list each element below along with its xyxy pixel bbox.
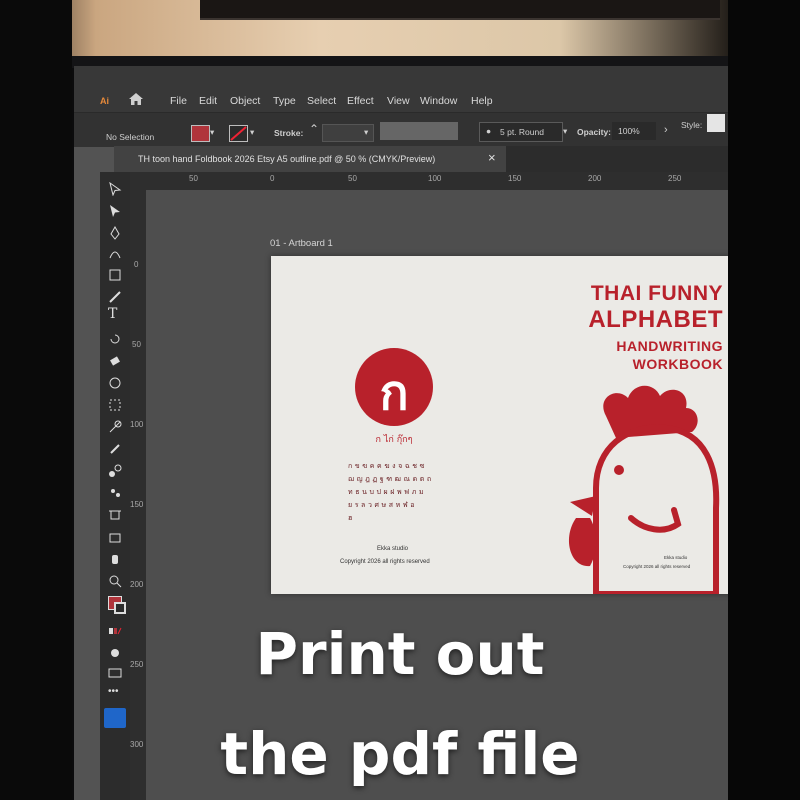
opacity-field[interactable]: 100%	[612, 122, 656, 140]
opacity-value: 100%	[618, 126, 640, 136]
cover-title-line-2: ALPHABET	[588, 306, 723, 333]
ruler-tick-label: 100	[428, 174, 442, 183]
ruler-tick-label: 0	[270, 174, 275, 183]
eyedropper-tool-icon[interactable]	[108, 442, 122, 456]
rooster-illustration	[568, 385, 720, 594]
paintbrush-tool-icon[interactable]	[108, 290, 122, 304]
alphabet-row: ฮ	[348, 514, 355, 522]
document-tab-title: TH toon hand Foldbook 2026 Etsy A5 outli…	[138, 154, 436, 164]
stroke-label: Stroke:	[274, 128, 304, 138]
none-slash-icon	[230, 126, 247, 141]
alphabet-row: กขฃคฅฆงจฉชซ	[348, 462, 427, 470]
ruler-tick-label: 200	[588, 174, 602, 183]
direct-selection-tool-icon[interactable]	[108, 204, 122, 218]
studio-credit: Ekka studio	[377, 546, 409, 552]
stepper-icon[interactable]: ⌃	[309, 122, 319, 136]
rooster-eye	[614, 465, 624, 475]
free-transform-tool-icon[interactable]	[108, 398, 122, 412]
home-icon[interactable]	[128, 92, 144, 106]
menu-select[interactable]: Select	[307, 95, 336, 107]
eraser-tool-icon[interactable]	[108, 354, 122, 368]
slice-tool-icon[interactable]	[108, 530, 122, 544]
rooster-wattle	[568, 518, 597, 567]
menu-edit[interactable]: Edit	[199, 95, 217, 107]
curvature-tool-icon[interactable]	[108, 246, 122, 260]
chevron-down-icon[interactable]: ▾	[210, 127, 214, 138]
pen-tool-icon[interactable]	[108, 226, 122, 240]
menu-effect[interactable]: Effect	[347, 95, 374, 107]
caption-line-2: the pdf file	[220, 720, 580, 788]
warp-tool-icon[interactable]	[108, 376, 122, 390]
style-swatch[interactable]	[707, 114, 725, 132]
brush-dot-icon: ●	[486, 126, 492, 136]
cover-title-line-1: THAI FUNNY	[590, 282, 723, 305]
selection-status: No Selection	[106, 132, 155, 142]
screen: Ai File Edit Object Type Select Effect V…	[74, 66, 728, 800]
copyright-text-small: Copyright 2026 all rights reserved	[623, 564, 691, 569]
menu-object[interactable]: Object	[230, 95, 260, 107]
rooster-body	[593, 424, 720, 594]
rotate-tool-icon[interactable]	[108, 332, 122, 346]
symbol-sprayer-tool-icon[interactable]	[108, 486, 122, 500]
logo-glyph: ก	[379, 365, 409, 421]
selection-tool-icon[interactable]	[108, 182, 122, 196]
logo-caption: ก ไก่ กุ๊กๆ	[375, 435, 413, 445]
menu-type[interactable]: Type	[273, 95, 296, 107]
ruler-tick-label: 50	[132, 340, 141, 349]
fill-color-swatch[interactable]	[191, 125, 210, 142]
tools-panel: T •••	[100, 172, 130, 800]
chevron-right-icon[interactable]: ›	[664, 124, 668, 136]
style-label: Style:	[681, 120, 703, 130]
app-logo: Ai	[100, 96, 109, 106]
chevron-down-icon[interactable]: ▾	[364, 127, 368, 138]
ruler-tick-label: 150	[130, 500, 144, 509]
close-icon[interactable]: ×	[488, 150, 496, 165]
shape-builder-tool-icon[interactable]	[108, 420, 122, 434]
shelf	[200, 0, 720, 20]
brush-definition[interactable]: ● 5 pt. Round	[479, 122, 563, 142]
menu-bar: Ai File Edit Object Type Select Effect V…	[74, 66, 728, 112]
ruler-tick-label: 0	[134, 260, 139, 269]
ruler-tick-label: 50	[348, 174, 357, 183]
ruler-tick-label: 250	[668, 174, 682, 183]
zoom-tool-icon[interactable]	[108, 574, 122, 588]
hand-tool-icon[interactable]	[108, 552, 122, 566]
ruler-tick-label: 100	[130, 420, 144, 429]
ruler-tick-label: 150	[508, 174, 522, 183]
chevron-down-icon[interactable]: ▾	[250, 127, 254, 138]
artboard-tool-icon[interactable]	[108, 508, 122, 522]
opacity-label: Opacity:	[577, 127, 612, 137]
menu-view[interactable]: View	[387, 95, 410, 107]
rooster-beak	[570, 496, 596, 516]
ruler-tick-label: 200	[130, 580, 144, 589]
cover-title-line-3: HANDWRITING	[616, 338, 723, 354]
artboard-label[interactable]: 01 - Artboard 1	[270, 238, 333, 249]
stroke-color-swatch[interactable]	[229, 125, 248, 142]
ruler-horizontal: 50 0 50 100 150 200 250	[130, 172, 728, 191]
brush-label: 5 pt. Round	[500, 127, 544, 137]
studio-credit-small: Ekka studio	[664, 555, 688, 560]
rooster-wing	[628, 507, 682, 533]
alphabet-row: ฌญฎฏฐฑฒณดตถ	[348, 475, 434, 483]
cover-title-line-4: WORKBOOK	[632, 356, 723, 372]
type-tool-icon[interactable]: T	[108, 306, 122, 322]
alphabet-row: ยรลวศษสหฬอ	[348, 501, 418, 509]
variable-width-profile[interactable]	[380, 122, 458, 140]
menu-file[interactable]: File	[170, 95, 187, 107]
menu-help[interactable]: Help	[471, 95, 493, 107]
caption-line-1: Print out	[255, 620, 545, 688]
document-tab[interactable]: TH toon hand Foldbook 2026 Etsy A5 outli…	[114, 146, 506, 172]
stroke-color-icon[interactable]	[114, 602, 126, 614]
blend-tool-icon[interactable]	[108, 464, 122, 478]
menu-window[interactable]: Window	[420, 95, 457, 107]
copyright-text: Copyright 2026 all rights reserved	[340, 559, 430, 565]
ruler-vertical: 0 50 100 150 200 250 300	[130, 190, 146, 800]
artboard[interactable]: THAI FUNNY ALPHABET HANDWRITING WORKBOOK…	[271, 256, 728, 594]
alphabet-row: ทธนบปผฝพฟภม	[348, 488, 427, 496]
chevron-down-icon[interactable]: ▾	[563, 126, 567, 137]
ruler-tick-label: 50	[189, 174, 198, 183]
more-tools-icon[interactable]: •••	[108, 686, 122, 700]
rectangle-tool-icon[interactable]	[108, 268, 122, 282]
